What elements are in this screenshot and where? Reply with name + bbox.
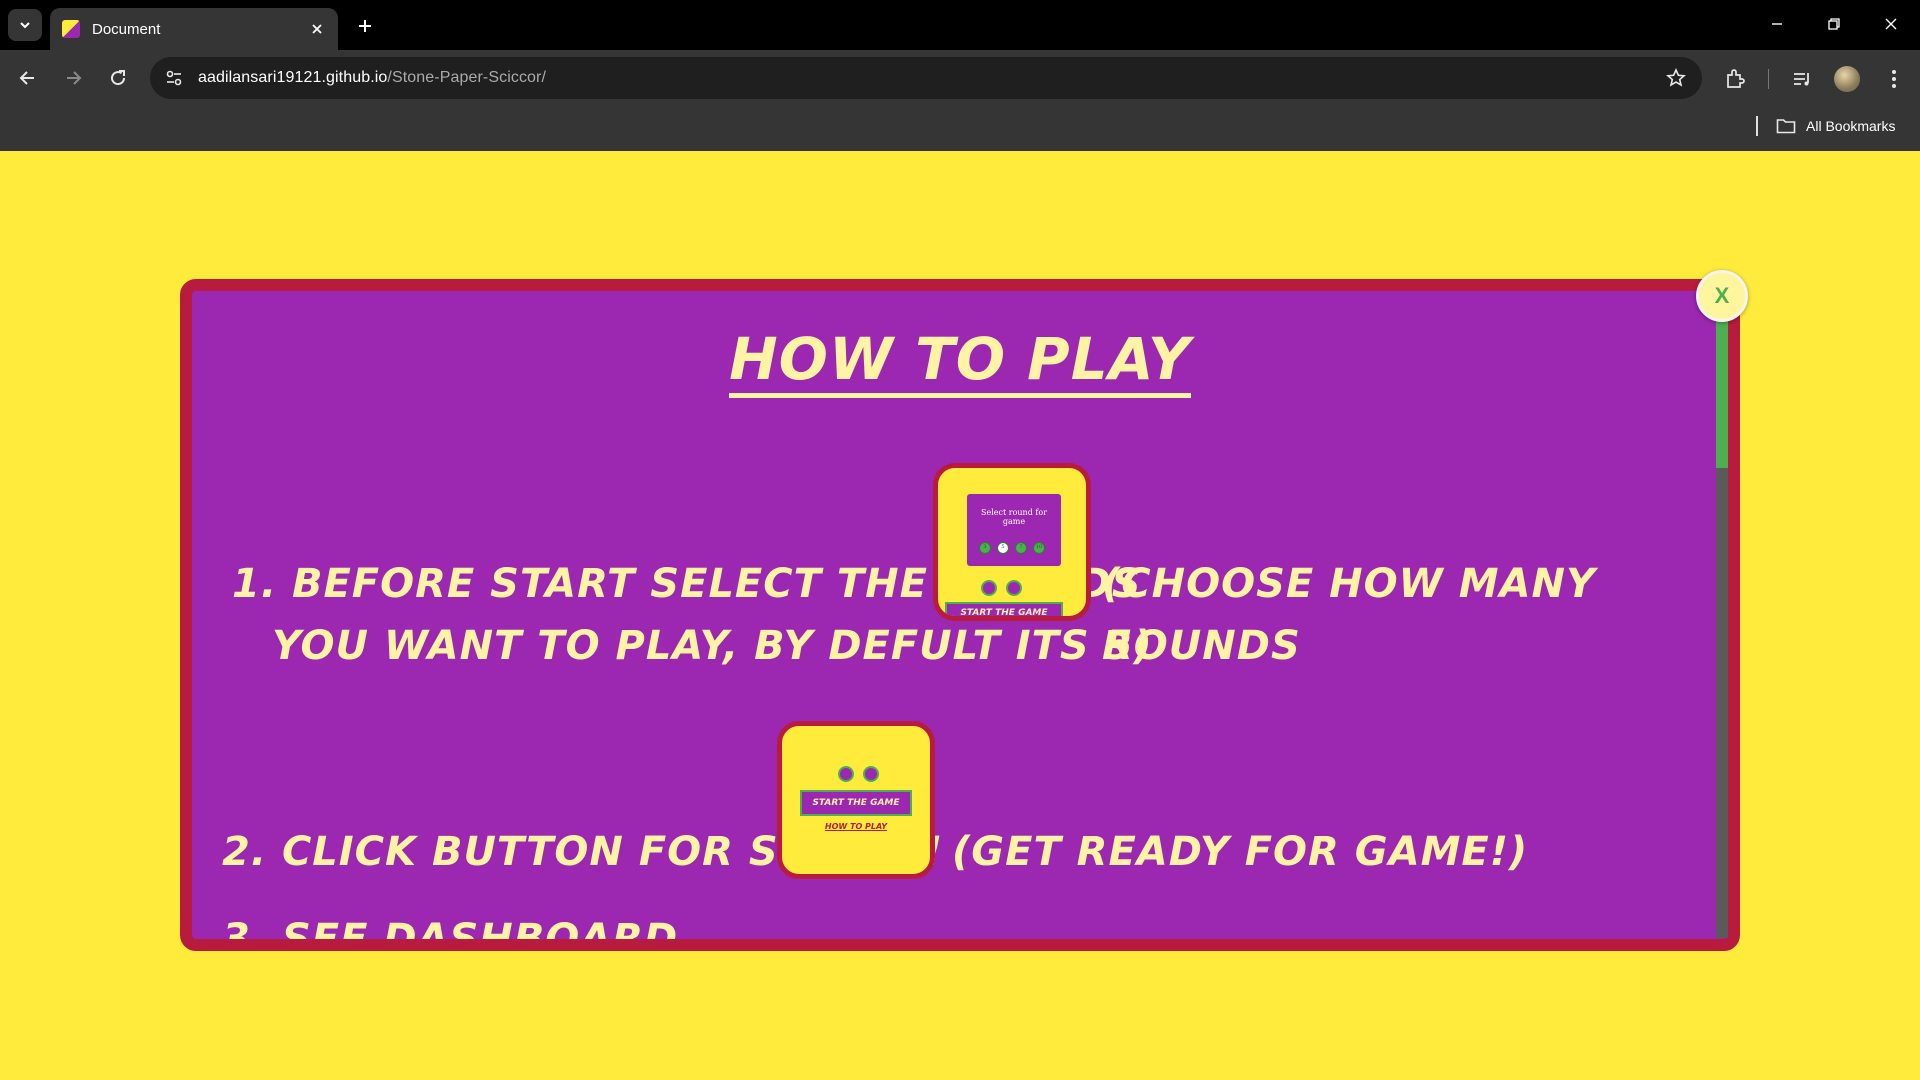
media-controls-icon[interactable] bbox=[1787, 64, 1817, 94]
arrow-left-icon bbox=[19, 71, 34, 85]
preview-sound-icon bbox=[981, 580, 997, 596]
tab-title: Document bbox=[92, 20, 161, 38]
arrow-right-icon bbox=[67, 71, 82, 85]
preview-settings-icon bbox=[1006, 580, 1022, 596]
close-icon bbox=[1885, 18, 1897, 30]
reload-icon bbox=[111, 70, 126, 86]
profile-avatar[interactable] bbox=[1834, 66, 1860, 92]
all-bookmarks-button[interactable]: All Bookmarks bbox=[1776, 113, 1895, 139]
preview-round-option: 3 bbox=[979, 542, 991, 554]
preview-settings-icon bbox=[863, 766, 879, 782]
back-button[interactable] bbox=[10, 60, 46, 96]
chevron-down-icon bbox=[20, 22, 30, 29]
url-text: aadilansari19121.github.io/Stone-Paper-S… bbox=[198, 69, 546, 87]
bookmarks-divider bbox=[1756, 116, 1758, 136]
close-window-button[interactable] bbox=[1871, 6, 1911, 42]
modal-scrollbar[interactable] bbox=[1716, 308, 1728, 938]
tab-search-button[interactable] bbox=[8, 9, 42, 41]
scrollbar-thumb[interactable] bbox=[1716, 308, 1728, 468]
minimize-icon bbox=[1772, 23, 1782, 25]
favicon-icon bbox=[62, 20, 80, 38]
restore-icon bbox=[1828, 18, 1840, 30]
tab-close-button[interactable] bbox=[304, 16, 330, 42]
step-1-note: (CHOOSE HOW MANY ROUNDS bbox=[1102, 561, 1596, 669]
preview-round-text: Select round for game bbox=[981, 508, 1047, 526]
preview-round-option: 10 bbox=[1033, 542, 1045, 554]
forward-button[interactable] bbox=[55, 60, 91, 96]
restore-button[interactable] bbox=[1814, 6, 1854, 42]
browser-chrome: Document aadilansari19121.github.io/Ston… bbox=[0, 0, 1920, 151]
preview-start-button: START THE GAME bbox=[945, 602, 1063, 616]
step-1-continuation: YOU WANT TO PLAY, BY DEFULT ITS 5) bbox=[272, 623, 1153, 669]
folder-icon bbox=[1776, 119, 1796, 134]
menu-kebab-icon[interactable] bbox=[1879, 64, 1909, 94]
step-3-text: 3. SEE DASHBOARD bbox=[222, 916, 679, 939]
address-bar[interactable]: aadilansari19121.github.io/Stone-Paper-S… bbox=[150, 57, 1702, 99]
browser-toolbar: aadilansari19121.github.io/Stone-Paper-S… bbox=[0, 50, 1920, 108]
site-info-icon[interactable] bbox=[162, 66, 186, 90]
plus-icon bbox=[359, 20, 371, 32]
preview-round-panel: Select round for game 3 5 7 10 bbox=[967, 494, 1061, 566]
preview-start-button: START THE GAME bbox=[800, 790, 912, 816]
tab-active[interactable]: Document bbox=[50, 8, 338, 50]
round-select-preview-image: Select round for game 3 5 7 10 START THE… bbox=[933, 463, 1091, 621]
url-path: /Stone-Paper-Sciccor/ bbox=[387, 69, 547, 86]
close-modal-button[interactable]: X bbox=[1696, 270, 1748, 322]
bookmarks-bar bbox=[0, 108, 1920, 151]
close-icon bbox=[312, 24, 322, 34]
url-host: aadilansari19121.github.io bbox=[198, 69, 388, 86]
tab-strip: Document bbox=[0, 0, 1920, 50]
all-bookmarks-label: All Bookmarks bbox=[1806, 118, 1896, 134]
preview-round-option: 5 bbox=[997, 542, 1009, 554]
minimize-button[interactable] bbox=[1757, 6, 1797, 42]
how-to-play-modal: HOW TO PLAY 1. BEFORE START SELECT THE R… bbox=[180, 279, 1740, 951]
preview-sound-icon bbox=[838, 766, 854, 782]
new-tab-button[interactable] bbox=[350, 11, 380, 41]
page-content: HOW TO PLAY 1. BEFORE START SELECT THE R… bbox=[0, 151, 1920, 1080]
start-button-preview-image: START THE GAME HOW TO PLAY bbox=[777, 721, 935, 879]
preview-round-option: 7 bbox=[1015, 542, 1027, 554]
step-2-note: (GET READY FOR GAME!) bbox=[952, 829, 1529, 875]
toolbar-divider bbox=[1768, 69, 1769, 89]
bookmark-star-icon[interactable] bbox=[1664, 66, 1688, 90]
reload-button[interactable] bbox=[100, 60, 136, 96]
modal-title: HOW TO PLAY bbox=[192, 325, 1728, 398]
preview-how-to-play-link: HOW TO PLAY bbox=[824, 822, 888, 831]
extensions-icon[interactable] bbox=[1720, 64, 1750, 94]
modal-scroll-area[interactable]: HOW TO PLAY 1. BEFORE START SELECT THE R… bbox=[192, 291, 1728, 939]
